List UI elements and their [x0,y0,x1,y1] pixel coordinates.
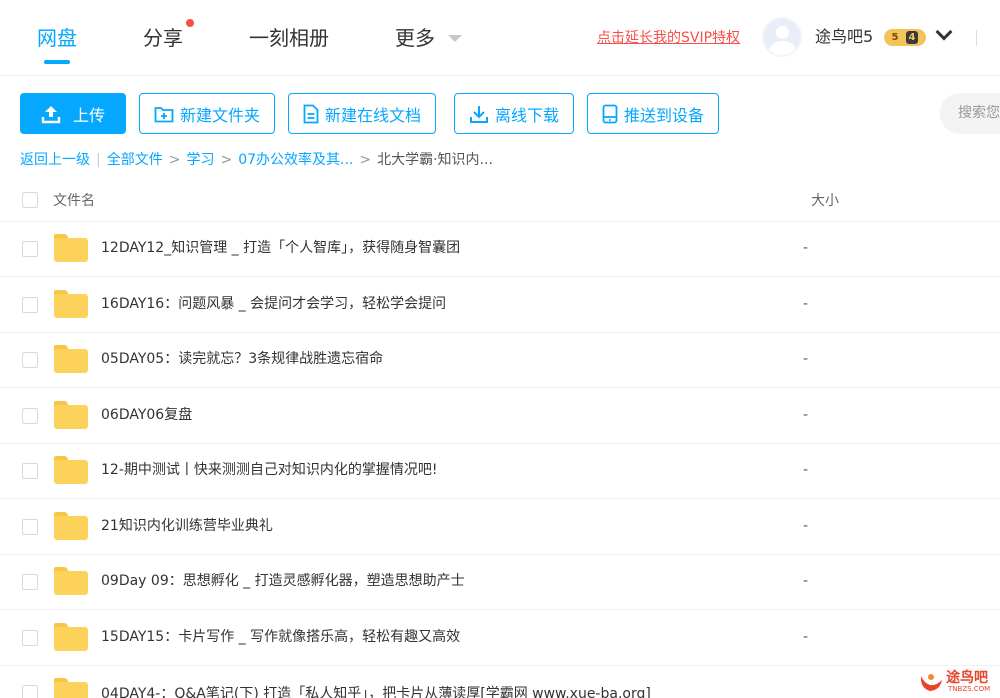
watermark-subtext: TNBZS.COM [948,685,991,693]
new-online-doc-label: 新建在线文档 [325,105,422,125]
svip-renew-link[interactable]: 点击延长我的SVIP特权 [597,28,740,48]
file-size: - [803,573,809,589]
top-nav: 网盘 分享 一刻相册 更多 点击延长我的SVIP特权 途鸟吧5 5 4 [0,0,1000,76]
download-icon [470,105,488,123]
tab-album[interactable]: 一刻相册 [249,24,329,52]
row-checkbox[interactable] [22,574,38,590]
file-size: - [803,629,809,645]
row-checkbox[interactable] [22,241,38,257]
file-size: - [803,296,809,312]
document-icon [303,104,319,123]
file-size: - [803,407,809,423]
avatar[interactable] [762,17,802,57]
breadcrumb-item-study[interactable]: 学习 [186,152,214,168]
vip-level-badge: 5 4 [884,29,926,46]
file-size: - [803,351,809,367]
breadcrumb: 返回上一级 | 全部文件 > 学习 >07办公效率及其... > 北大学霸·知识内... [20,152,493,168]
username[interactable]: 途鸟吧5 [815,26,873,48]
folder-icon [54,456,88,484]
offline-download-button[interactable]: 离线下载 [454,93,575,134]
tab-share[interactable]: 分享 [143,24,183,52]
file-name[interactable]: 15DAY15：卡片写作 _ 写作就像搭乐高，轻松有趣又高效 [101,627,460,647]
nav-divider [976,30,977,46]
watermark: 途鸟吧 TNBZS.COM [918,668,1000,698]
folder-icon [54,345,88,373]
vip-level: 5 [891,32,899,43]
breadcrumb-item-current: 北大学霸·知识内... [377,152,493,168]
folder-icon [54,290,88,318]
table-row[interactable]: 04DAY4-：Q&A笔记(下) 打造「私人知乎」，把卡片从薄读厚[学霸网 ww… [0,666,1000,698]
active-tab-indicator [44,60,70,64]
folder-icon [54,234,88,262]
column-header-size[interactable]: 大小 [811,190,839,210]
table-row[interactable]: 06DAY06复盘 - [0,389,1000,444]
folder-icon [54,623,88,651]
table-row[interactable]: 15DAY15：卡片写作 _ 写作就像搭乐高，轻松有趣又高效 - [0,611,1000,666]
file-size: - [803,518,809,534]
vip-count: 4 [905,31,919,44]
folder-icon [54,512,88,540]
device-icon [602,104,618,123]
breadcrumb-divider: | [96,152,101,168]
file-name[interactable]: 04DAY4-：Q&A笔记(下) 打造「私人知乎」，把卡片从薄读厚[学霸网 ww… [101,684,651,698]
table-row[interactable]: 16DAY16：问题风暴 _ 会提问才会学习，轻松学会提问 - [0,278,1000,333]
breadcrumb-item-office[interactable]: 07办公效率及其... [238,152,353,168]
file-name[interactable]: 05DAY05：读完就忘？3条规律战胜遗忘宿命 [101,349,383,369]
table-row[interactable]: 09Day 09：思想孵化 _ 打造灵感孵化器，塑造思想助产士 - [0,555,1000,610]
column-header-name[interactable]: 文件名 [53,190,95,210]
toolbar: 上传 新建文件夹 新建在线文档 离线下载 推送到设备 搜索您 [0,76,1000,142]
watermark-logo-icon [920,674,942,691]
upload-label: 上传 [72,105,105,125]
file-name[interactable]: 06DAY06复盘 [101,405,192,425]
file-table-header: 文件名 大小 [0,180,1000,222]
notification-dot [186,19,194,27]
offline-download-label: 离线下载 [495,105,560,125]
file-name[interactable]: 16DAY16：问题风暴 _ 会提问才会学习，轻松学会提问 [101,294,446,314]
folder-icon [54,567,88,595]
table-row[interactable]: 12-期中测试丨快来测测自己对知识内化的掌握情况吧! - [0,444,1000,499]
table-row[interactable]: 21知识内化训练营毕业典礼 - [0,500,1000,555]
back-link[interactable]: 返回上一级 [20,152,90,168]
folder-plus-icon [154,106,174,122]
folder-icon [54,401,88,429]
search-input[interactable]: 搜索您 [940,93,1000,134]
push-to-device-label: 推送到设备 [624,105,705,125]
table-row[interactable]: 12DAY12_知识管理 _ 打造「个人智库」，获得随身智囊团 - [0,222,1000,277]
row-checkbox[interactable] [22,630,38,646]
row-checkbox[interactable] [22,352,38,368]
row-checkbox[interactable] [22,463,38,479]
push-to-device-button[interactable]: 推送到设备 [587,93,720,134]
new-online-doc-button[interactable]: 新建在线文档 [288,93,437,134]
file-name[interactable]: 12-期中测试丨快来测测自己对知识内化的掌握情况吧! [101,460,437,480]
breadcrumb-item-all-files[interactable]: 全部文件 [107,152,163,168]
watermark-text: 途鸟吧 [946,670,988,686]
new-folder-button[interactable]: 新建文件夹 [139,93,276,134]
file-size: - [803,240,809,256]
select-all-checkbox[interactable] [22,192,38,208]
file-name[interactable]: 21知识内化训练营毕业典礼 [101,516,273,536]
folder-icon [54,678,88,698]
file-size: - [803,462,809,478]
tab-netdisk[interactable]: 网盘 [37,24,77,52]
file-name[interactable]: 09Day 09：思想孵化 _ 打造灵感孵化器，塑造思想助产士 [101,571,465,591]
row-checkbox[interactable] [22,685,38,698]
upload-button[interactable]: 上传 [20,93,126,134]
new-folder-label: 新建文件夹 [180,105,261,125]
row-checkbox[interactable] [22,519,38,535]
caret-down-icon[interactable] [448,35,462,42]
tab-more[interactable]: 更多 [395,24,435,52]
row-checkbox[interactable] [22,297,38,313]
file-name[interactable]: 12DAY12_知识管理 _ 打造「个人智库」，获得随身智囊团 [101,238,460,258]
row-checkbox[interactable] [22,408,38,424]
upload-icon [41,105,61,123]
table-row[interactable]: 05DAY05：读完就忘？3条规律战胜遗忘宿命 - [0,333,1000,388]
chevron-down-icon[interactable] [935,23,953,41]
